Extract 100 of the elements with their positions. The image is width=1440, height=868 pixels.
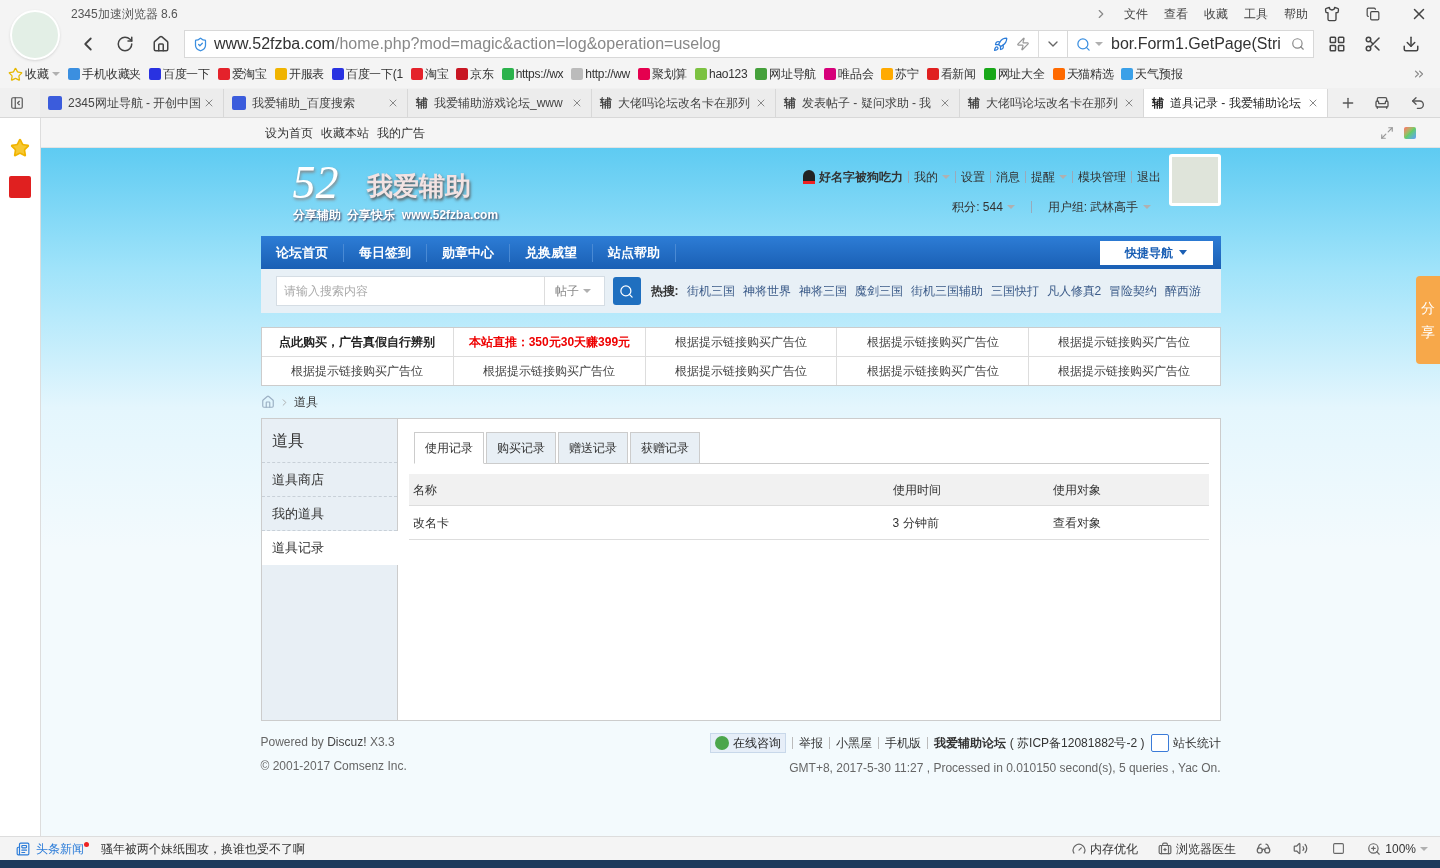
browser-tab[interactable]: 2345网址导航 - 开创中国 (40, 89, 224, 117)
bookmark-item[interactable]: 聚划算 (652, 65, 688, 83)
news-label[interactable]: 头条新闻 (36, 839, 84, 858)
refresh-icon[interactable] (116, 35, 134, 53)
apps-icon[interactable] (1328, 35, 1346, 53)
doctor-button[interactable]: 浏览器医生 (1176, 839, 1237, 858)
search-icon[interactable] (1076, 36, 1091, 52)
zoom-button[interactable]: 100% (1385, 839, 1416, 858)
search-icon[interactable] (1291, 37, 1305, 51)
hot-search-link[interactable]: 街机三国辅助 (910, 282, 983, 300)
menu-item[interactable]: 收藏 (1204, 5, 1228, 23)
breadcrumb-link[interactable]: 道具 (293, 393, 318, 411)
favorites-menu[interactable]: 收藏 (25, 65, 49, 83)
search-button[interactable] (612, 277, 641, 305)
user-link[interactable]: 我的 (913, 168, 950, 186)
new-tab-icon[interactable] (1340, 95, 1356, 111)
memory-button[interactable]: 内存优化 (1090, 839, 1139, 858)
table-cell[interactable]: 查看对象 (1048, 513, 1209, 532)
quick-nav-button[interactable]: 快捷导航 (1099, 240, 1213, 265)
collapse-icon[interactable] (10, 96, 24, 110)
ad-link[interactable]: 根据提示链接购买广告位 (644, 357, 837, 385)
undo-icon[interactable] (1410, 95, 1426, 111)
bookmark-item[interactable]: 天气预报 (1135, 65, 1183, 83)
bookmark-item[interactable]: 苏宁 (895, 65, 919, 83)
usergroup-link[interactable]: 用户组: 武林高手 (1047, 198, 1139, 216)
nav-item[interactable]: 勋章中心 (426, 243, 510, 262)
record-tab[interactable]: 赠送记录 (557, 432, 628, 464)
hot-search-link[interactable]: 街机三国 (686, 282, 735, 300)
home-icon[interactable] (152, 35, 170, 53)
side-menu-item[interactable]: 道具记录 (261, 531, 398, 565)
record-tab[interactable]: 获赠记录 (629, 432, 700, 464)
browser-tab[interactable]: 我爱辅助_百度搜索 (224, 89, 408, 117)
shirt-icon[interactable] (1324, 6, 1340, 22)
ad-link[interactable]: 根据提示链接购买广告位 (261, 357, 454, 385)
window-icon[interactable] (1332, 842, 1346, 855)
hot-search-link[interactable]: 凡人修真2 (1046, 282, 1102, 300)
restore-icon[interactable] (1366, 7, 1380, 21)
consult-button[interactable]: 在线咨询 (709, 733, 786, 753)
ad-link[interactable]: 根据提示链接购买广告位 (644, 328, 837, 356)
hot-search-link[interactable]: 魔剑三国 (854, 282, 903, 300)
footer-link[interactable]: 小黑屋 (835, 734, 872, 752)
menu-item[interactable]: 工具 (1244, 5, 1268, 23)
bookmark-item[interactable]: https://wx (515, 65, 564, 83)
bookmark-item[interactable]: 百度一下(1 (345, 65, 403, 83)
search-scope[interactable]: 帖子 (543, 277, 601, 305)
star-icon[interactable] (10, 138, 30, 158)
bookmark-item[interactable]: 天猫精选 (1066, 65, 1114, 83)
forum-link[interactable]: 我爱辅助论坛 (933, 734, 1006, 752)
lightning-icon[interactable] (1016, 37, 1030, 51)
bookmark-item[interactable]: 手机收藏夹 (82, 65, 141, 83)
user-link[interactable]: 退出 (1136, 168, 1161, 186)
footer-link[interactable]: 举报 (798, 734, 823, 752)
ad-link[interactable]: 根据提示链接购买广告位 (836, 357, 1028, 385)
menu-item[interactable]: 文件 (1124, 5, 1148, 23)
ad-link[interactable]: 根据提示链接购买广告位 (1027, 357, 1220, 385)
ad-link[interactable]: 根据提示链接购买广告位 (453, 357, 645, 385)
icp-link[interactable]: ( 苏ICP备12081882号-2 ) (1009, 734, 1145, 752)
hot-search-link[interactable]: 神将世界 (742, 282, 791, 300)
chair-icon[interactable] (1374, 95, 1390, 111)
menu-item[interactable]: 帮助 (1284, 5, 1308, 23)
footer-link[interactable]: 手机版 (884, 734, 921, 752)
rocket-icon[interactable] (993, 36, 1008, 52)
top-link[interactable]: 设为首页 (265, 123, 313, 142)
ad-link[interactable]: 根据提示链接购买广告位 (836, 328, 1028, 356)
bookmark-item[interactable]: hao123 (709, 65, 748, 83)
ad-link[interactable]: 根据提示链接购买广告位 (1027, 328, 1220, 356)
bookmark-item[interactable]: http://ww (585, 65, 630, 83)
top-link[interactable]: 我的广告 (377, 123, 425, 142)
news-headline[interactable]: 骚年被两个妹纸围攻，换谁也受不了啊 (101, 839, 305, 858)
record-tab[interactable]: 使用记录 (413, 432, 484, 464)
browser-tab[interactable]: 辅 道具记录 - 我爱辅助论坛 (1144, 89, 1328, 117)
bookmark-item[interactable]: 开服表 (288, 65, 324, 83)
user-link[interactable]: 提醒 (1030, 168, 1067, 186)
browser-tab[interactable]: 辅 我爱辅助游戏论坛_www (408, 89, 592, 117)
color-icon[interactable] (1404, 126, 1416, 139)
top-link[interactable]: 收藏本站 (321, 123, 369, 142)
bookmark-item[interactable]: 爱淘宝 (231, 65, 267, 83)
bookmark-item[interactable]: 看新闻 (940, 65, 976, 83)
nav-item[interactable]: 兑换威望 (509, 243, 593, 262)
volume-icon[interactable] (1293, 841, 1309, 856)
nav-item[interactable]: 论坛首页 (260, 243, 344, 262)
side-menu-item[interactable]: 道具商店 (261, 463, 397, 497)
hot-search-link[interactable]: 神将三国 (798, 282, 847, 300)
points-link[interactable]: 积分: 544 (952, 198, 1003, 216)
bookmark-item[interactable]: 淘宝 (424, 65, 449, 83)
ad-link[interactable]: 点此购买，广告真假自行辨别 (261, 328, 454, 356)
bookmark-item[interactable]: 网址导航 (769, 65, 817, 83)
glasses-icon[interactable] (1256, 841, 1272, 856)
nav-item[interactable]: 站点帮助 (592, 243, 676, 262)
browser-tab[interactable]: 辅 发表帖子 - 疑问求助 - 我 (776, 89, 960, 117)
bookmark-item[interactable]: 唯品会 (838, 65, 874, 83)
hot-search-link[interactable]: 醉西游 (1165, 282, 1202, 300)
browser-tab[interactable]: 辅 大佬吗论坛改名卡在那列 (960, 89, 1144, 117)
menu-item[interactable]: 查看 (1164, 5, 1188, 23)
ad-link[interactable]: 本站直推：350元30天赚399元 (453, 328, 645, 356)
bookmark-item[interactable]: 网址大全 (997, 65, 1045, 83)
address-field[interactable]: www.52fzba.com/home.php?mod=magic&action=log&operation=uselog (184, 30, 1068, 58)
expand-icon[interactable] (1380, 125, 1394, 140)
username[interactable]: 好名字被狗吃力 (818, 168, 903, 186)
scissors-icon[interactable] (1364, 35, 1382, 53)
